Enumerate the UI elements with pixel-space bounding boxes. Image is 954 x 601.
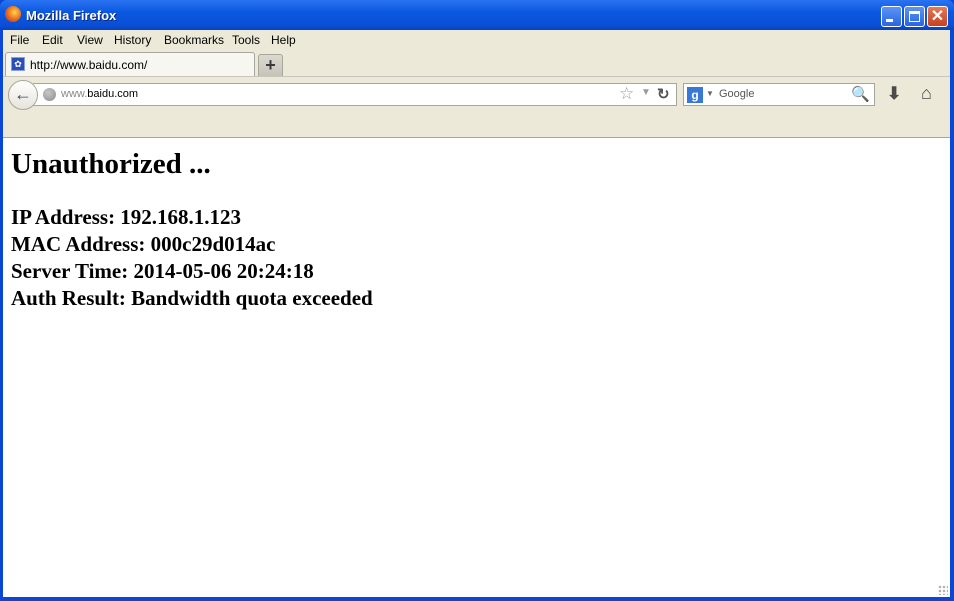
tab-baidu[interactable]: ✿ http://www.baidu.com/	[5, 52, 255, 76]
navigation-bar: ← www.baidu.com ☆ ▼ ↻ g ▼ Google 🔍 ⬇ ⌂	[3, 76, 950, 112]
menu-tools[interactable]: Tools	[232, 33, 260, 47]
tab-strip: ✿ http://www.baidu.com/ +	[3, 50, 950, 76]
home-icon[interactable]: ⌂	[921, 83, 932, 104]
tab-label: http://www.baidu.com/	[30, 58, 148, 72]
menu-view[interactable]: View	[77, 33, 103, 47]
minimize-icon	[886, 19, 893, 22]
firefox-logo-icon	[5, 6, 21, 22]
title-bar[interactable]: Mozilla Firefox ✕	[0, 0, 954, 30]
url-bar[interactable]: www.baidu.com ☆ ▼ ↻	[33, 83, 677, 106]
resize-grip-icon[interactable]	[938, 585, 948, 595]
page-content: Unauthorized ... IP Address: 192.168.1.1…	[3, 137, 950, 597]
minimize-button[interactable]	[881, 6, 902, 27]
engine-dropdown-icon[interactable]: ▼	[706, 89, 714, 98]
menu-history[interactable]: History	[114, 33, 151, 47]
browser-window: Mozilla Firefox ✕ File Edit View History…	[0, 0, 954, 601]
maximize-icon	[909, 11, 920, 22]
maximize-button[interactable]	[904, 6, 925, 27]
baidu-paw-icon: ✿	[11, 57, 25, 71]
bookmark-star-icon[interactable]: ☆	[619, 84, 634, 104]
search-input[interactable]: Google	[719, 88, 754, 100]
globe-icon	[43, 88, 56, 101]
search-icon[interactable]: 🔍	[851, 85, 870, 103]
reload-icon[interactable]: ↻	[657, 85, 670, 103]
back-button[interactable]: ←	[8, 80, 38, 110]
ip-address: IP Address: 192.168.1.123	[11, 205, 242, 229]
window-title: Mozilla Firefox	[26, 8, 117, 23]
page-heading: Unauthorized ...	[11, 148, 211, 180]
auth-info: IP Address: 192.168.1.123 MAC Address: 0…	[11, 204, 373, 312]
menu-help[interactable]: Help	[271, 33, 296, 47]
url-domain: baidu.com	[87, 88, 139, 100]
close-button[interactable]: ✕	[927, 6, 948, 27]
download-icon[interactable]: ⬇	[887, 84, 901, 104]
server-time: Server Time: 2014-05-06 20:24:18	[11, 259, 314, 283]
menu-edit[interactable]: Edit	[42, 33, 63, 47]
mac-address: MAC Address: 000c29d014ac	[11, 232, 276, 256]
auth-result: Auth Result: Bandwidth quota exceeded	[11, 286, 373, 310]
url-input[interactable]: www.baidu.com	[61, 88, 138, 100]
browser-chrome: File Edit View History Bookmarks Tools H…	[3, 30, 950, 137]
menu-file[interactable]: File	[10, 33, 29, 47]
menu-bar: File Edit View History Bookmarks Tools H…	[3, 30, 950, 50]
new-tab-button[interactable]: +	[258, 54, 283, 76]
menu-bookmarks[interactable]: Bookmarks	[164, 33, 224, 47]
close-icon: ✕	[930, 8, 945, 25]
search-bar[interactable]: g ▼ Google 🔍	[683, 83, 875, 106]
google-engine-icon[interactable]: g	[687, 87, 703, 103]
history-dropdown-icon[interactable]: ▼	[641, 87, 651, 98]
url-prefix: www.	[61, 88, 88, 100]
